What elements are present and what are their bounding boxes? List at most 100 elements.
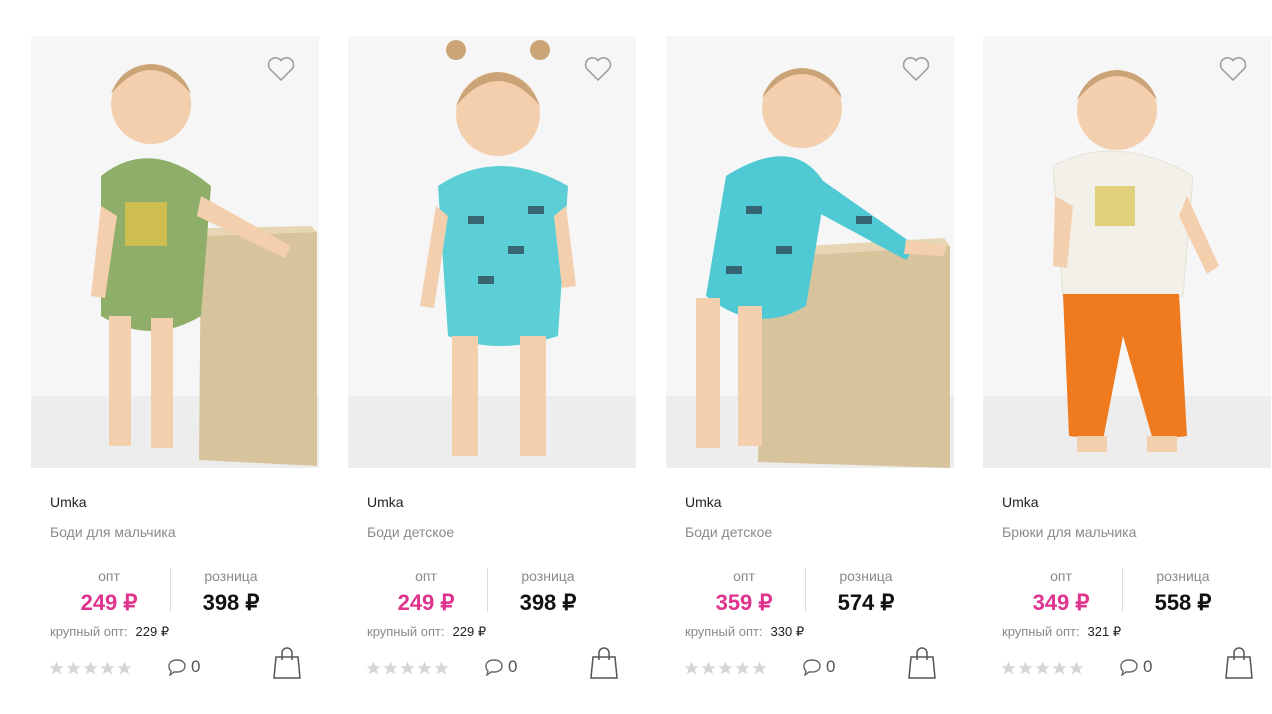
product-card[interactable]: Umka Боди для мальчика опт 249 ₽ розница…	[31, 0, 319, 714]
product-card[interactable]: Umka Боди детское опт 249 ₽ розница 398 …	[348, 0, 636, 714]
star-icon[interactable]	[1000, 660, 1017, 677]
product-card[interactable]: Umka Боди детское опт 359 ₽ розница 574 …	[666, 0, 954, 714]
star-icon[interactable]	[399, 660, 416, 677]
wholesale-value: 249 ₽	[80, 590, 138, 615]
star-icon[interactable]	[65, 660, 82, 677]
retail-price: розница 574 ₽	[806, 566, 926, 618]
comments-count: 0	[1143, 657, 1153, 676]
rating-stars[interactable]	[683, 660, 768, 678]
star-icon[interactable]	[734, 660, 751, 677]
shopping-bag-icon[interactable]	[1224, 646, 1254, 680]
speech-bubble-icon	[485, 659, 503, 676]
bulk-price: крупный опт: 330 ₽	[685, 624, 804, 640]
star-icon[interactable]	[382, 660, 399, 677]
star-icon[interactable]	[365, 660, 382, 677]
star-icon[interactable]	[48, 660, 65, 677]
star-icon[interactable]	[717, 660, 734, 677]
product-title[interactable]: Боди детское	[367, 524, 454, 540]
speech-bubble-icon	[803, 659, 821, 676]
star-icon[interactable]	[433, 660, 450, 677]
product-title[interactable]: Боди детское	[685, 524, 772, 540]
speech-bubble-icon	[168, 659, 186, 676]
retail-price: розница 398 ₽	[171, 566, 291, 618]
bulk-value: 229 ₽	[452, 624, 487, 639]
heart-icon[interactable]	[902, 56, 930, 82]
product-brand[interactable]: Umka	[50, 494, 87, 510]
star-icon[interactable]	[82, 660, 99, 677]
product-photo[interactable]	[666, 36, 954, 468]
rating-stars[interactable]	[1000, 660, 1085, 678]
price-block: опт 249 ₽ розница 398 ₽	[366, 566, 596, 616]
wholesale-label: опт	[733, 568, 755, 584]
star-icon[interactable]	[751, 660, 768, 677]
price-block: опт 359 ₽ розница 574 ₽	[684, 566, 914, 616]
comments-count: 0	[508, 657, 518, 676]
product-brand[interactable]: Umka	[1002, 494, 1039, 510]
wholesale-value: 359 ₽	[715, 590, 773, 615]
bulk-label: крупный опт:	[50, 624, 128, 639]
retail-value: 574 ₽	[837, 590, 895, 615]
comments-count: 0	[191, 657, 201, 676]
wholesale-label: опт	[1050, 568, 1072, 584]
retail-value: 558 ₽	[1154, 590, 1212, 615]
product-brand[interactable]: Umka	[367, 494, 404, 510]
product-brand[interactable]: Umka	[685, 494, 722, 510]
bulk-value: 321 ₽	[1087, 624, 1122, 639]
shopping-bag-icon[interactable]	[589, 646, 619, 680]
retail-price: розница 398 ₽	[488, 566, 608, 618]
comments-link[interactable]: 0	[167, 657, 200, 679]
retail-label: розница	[1156, 568, 1210, 584]
star-icon[interactable]	[1017, 660, 1034, 677]
star-icon[interactable]	[1034, 660, 1051, 677]
product-photo[interactable]	[983, 36, 1271, 468]
retail-label: розница	[839, 568, 893, 584]
star-icon[interactable]	[700, 660, 717, 677]
product-card[interactable]: Umka Брюки для мальчика опт 349 ₽ розниц…	[983, 0, 1271, 714]
retail-label: розница	[204, 568, 258, 584]
bulk-price: крупный опт: 229 ₽	[50, 624, 169, 640]
comments-link[interactable]: 0	[802, 657, 835, 679]
star-icon[interactable]	[416, 660, 433, 677]
price-block: опт 249 ₽ розница 398 ₽	[49, 566, 279, 616]
bulk-price: крупный опт: 321 ₽	[1002, 624, 1121, 640]
star-icon[interactable]	[116, 660, 133, 677]
product-photo[interactable]	[31, 36, 319, 468]
wholesale-price: опт 249 ₽	[366, 566, 486, 618]
speech-bubble-icon	[1120, 659, 1138, 676]
comments-link[interactable]: 0	[484, 657, 517, 679]
product-title[interactable]: Боди для мальчика	[50, 524, 176, 540]
bulk-label: крупный опт:	[685, 624, 763, 639]
wholesale-price: опт 359 ₽	[684, 566, 804, 618]
retail-value: 398 ₽	[202, 590, 260, 615]
wholesale-label: опт	[415, 568, 437, 584]
product-grid: Umka Боди для мальчика опт 249 ₽ розница…	[0, 0, 1272, 714]
heart-icon[interactable]	[1219, 56, 1247, 82]
star-icon[interactable]	[99, 660, 116, 677]
rating-stars[interactable]	[365, 660, 450, 678]
wholesale-price: опт 249 ₽	[49, 566, 169, 618]
bulk-label: крупный опт:	[1002, 624, 1080, 639]
bulk-value: 330 ₽	[770, 624, 805, 639]
star-icon[interactable]	[1068, 660, 1085, 677]
bulk-label: крупный опт:	[367, 624, 445, 639]
comments-link[interactable]: 0	[1119, 657, 1152, 679]
heart-icon[interactable]	[584, 56, 612, 82]
price-block: опт 349 ₽ розница 558 ₽	[1001, 566, 1231, 616]
shopping-bag-icon[interactable]	[907, 646, 937, 680]
comments-count: 0	[826, 657, 836, 676]
retail-value: 398 ₽	[519, 590, 577, 615]
rating-stars[interactable]	[48, 660, 133, 678]
star-icon[interactable]	[1051, 660, 1068, 677]
product-photo[interactable]	[348, 36, 636, 468]
bulk-value: 229 ₽	[135, 624, 170, 639]
heart-icon[interactable]	[267, 56, 295, 82]
wholesale-value: 249 ₽	[397, 590, 455, 615]
retail-price: розница 558 ₽	[1123, 566, 1243, 618]
star-icon[interactable]	[683, 660, 700, 677]
wholesale-value: 349 ₽	[1032, 590, 1090, 615]
bulk-price: крупный опт: 229 ₽	[367, 624, 486, 640]
product-title[interactable]: Брюки для мальчика	[1002, 524, 1136, 540]
shopping-bag-icon[interactable]	[272, 646, 302, 680]
wholesale-label: опт	[98, 568, 120, 584]
retail-label: розница	[521, 568, 575, 584]
